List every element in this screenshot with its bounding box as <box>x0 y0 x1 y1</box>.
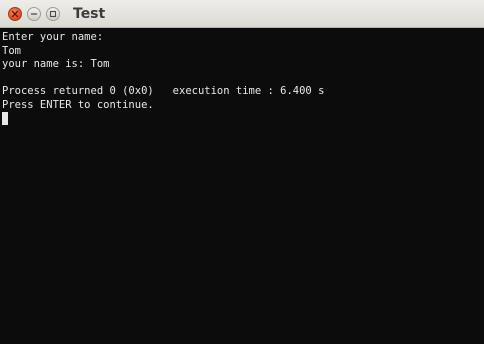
maximize-button[interactable] <box>46 7 60 21</box>
maximize-icon <box>49 10 57 18</box>
text-cursor <box>2 112 8 125</box>
terminal-line: your name is: Tom <box>2 58 110 70</box>
terminal-output[interactable]: Enter your name: Tom your name is: Tom P… <box>0 28 484 344</box>
window-title: Test <box>73 6 106 22</box>
close-icon <box>11 10 19 18</box>
minimize-icon <box>30 13 38 15</box>
app-window: Test Enter your name: Tom your name is: … <box>0 0 484 344</box>
terminal-line: Enter your name: <box>2 31 104 43</box>
terminal-line: Tom <box>2 44 21 57</box>
title-bar[interactable]: Test <box>0 0 484 28</box>
terminal-line: Process returned 0 (0x0) execution time … <box>2 85 325 97</box>
close-button[interactable] <box>8 7 22 21</box>
terminal-line: Press ENTER to continue. <box>2 98 154 111</box>
cursor-line <box>2 112 484 126</box>
minimize-button[interactable] <box>27 7 41 21</box>
